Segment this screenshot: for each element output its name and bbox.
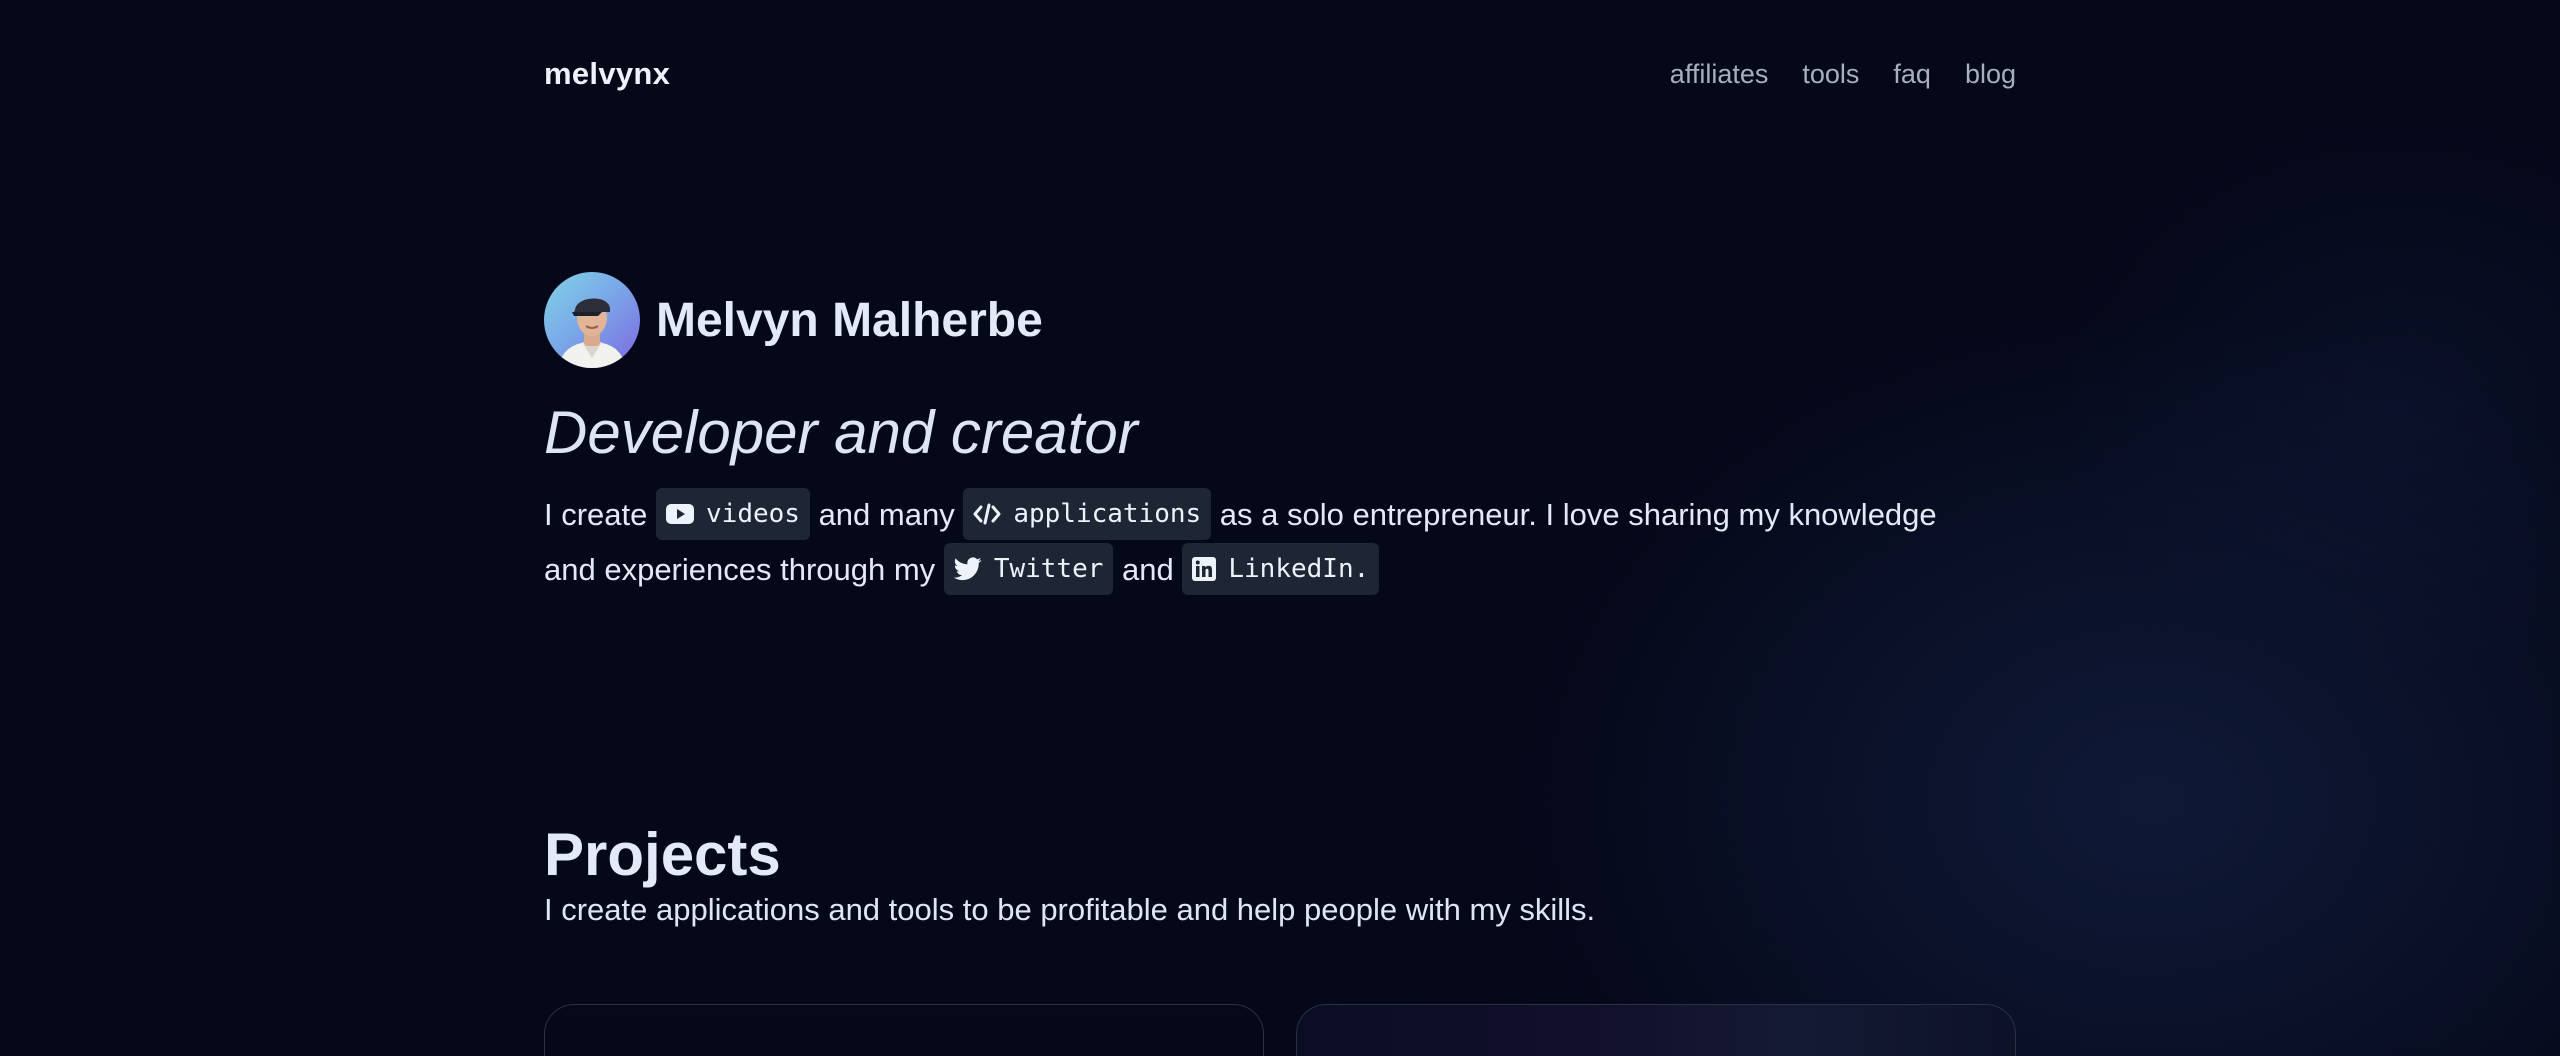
applications-chip-link[interactable]: applications [963,487,1212,540]
hero-intro-text: I create videos and many applications as… [544,487,1944,598]
linkedin-chip-label: LinkedIn. [1228,553,1370,584]
hero-tagline: Developer and creator [544,399,1138,466]
twitter-icon [953,556,982,580]
twitter-chip-link[interactable]: Twitter [943,542,1114,595]
project-card[interactable] [544,1004,1264,1056]
main-nav: affiliates tools faq blog [1670,59,2016,90]
projects-title: Projects [544,821,781,888]
site-header: melvynx affiliates tools faq blog [544,56,2016,92]
code-icon [973,503,1001,525]
intro-text-part: and [1122,551,1174,587]
nav-link-blog[interactable]: blog [1965,59,2016,90]
linkedin-icon [1192,556,1217,581]
linkedin-chip-link[interactable]: LinkedIn. [1182,542,1380,595]
avatar [544,272,640,368]
nav-link-affiliates[interactable]: affiliates [1670,59,1769,90]
project-card[interactable] [1296,1004,2016,1056]
projects-subtitle: I create applications and tools to be pr… [544,892,1596,927]
hero-name: Melvyn Malherbe [656,293,1043,347]
youtube-icon [666,503,695,524]
avatar-portrait [558,298,626,368]
nav-link-faq[interactable]: faq [1893,59,1931,90]
brand-logo-link[interactable]: melvynx [544,56,670,92]
applications-chip-label: applications [1013,498,1202,529]
twitter-chip-label: Twitter [993,553,1104,584]
videos-chip-link[interactable]: videos [656,487,810,540]
intro-text-part: I create [544,497,648,532]
nav-link-tools[interactable]: tools [1802,59,1859,90]
intro-text-part: and many [818,497,955,532]
page-container: melvynx affiliates tools faq blog Melvyn… [544,0,2016,1056]
hero-name-row: Melvyn Malherbe [544,272,1043,368]
videos-chip-label: videos [706,498,800,529]
